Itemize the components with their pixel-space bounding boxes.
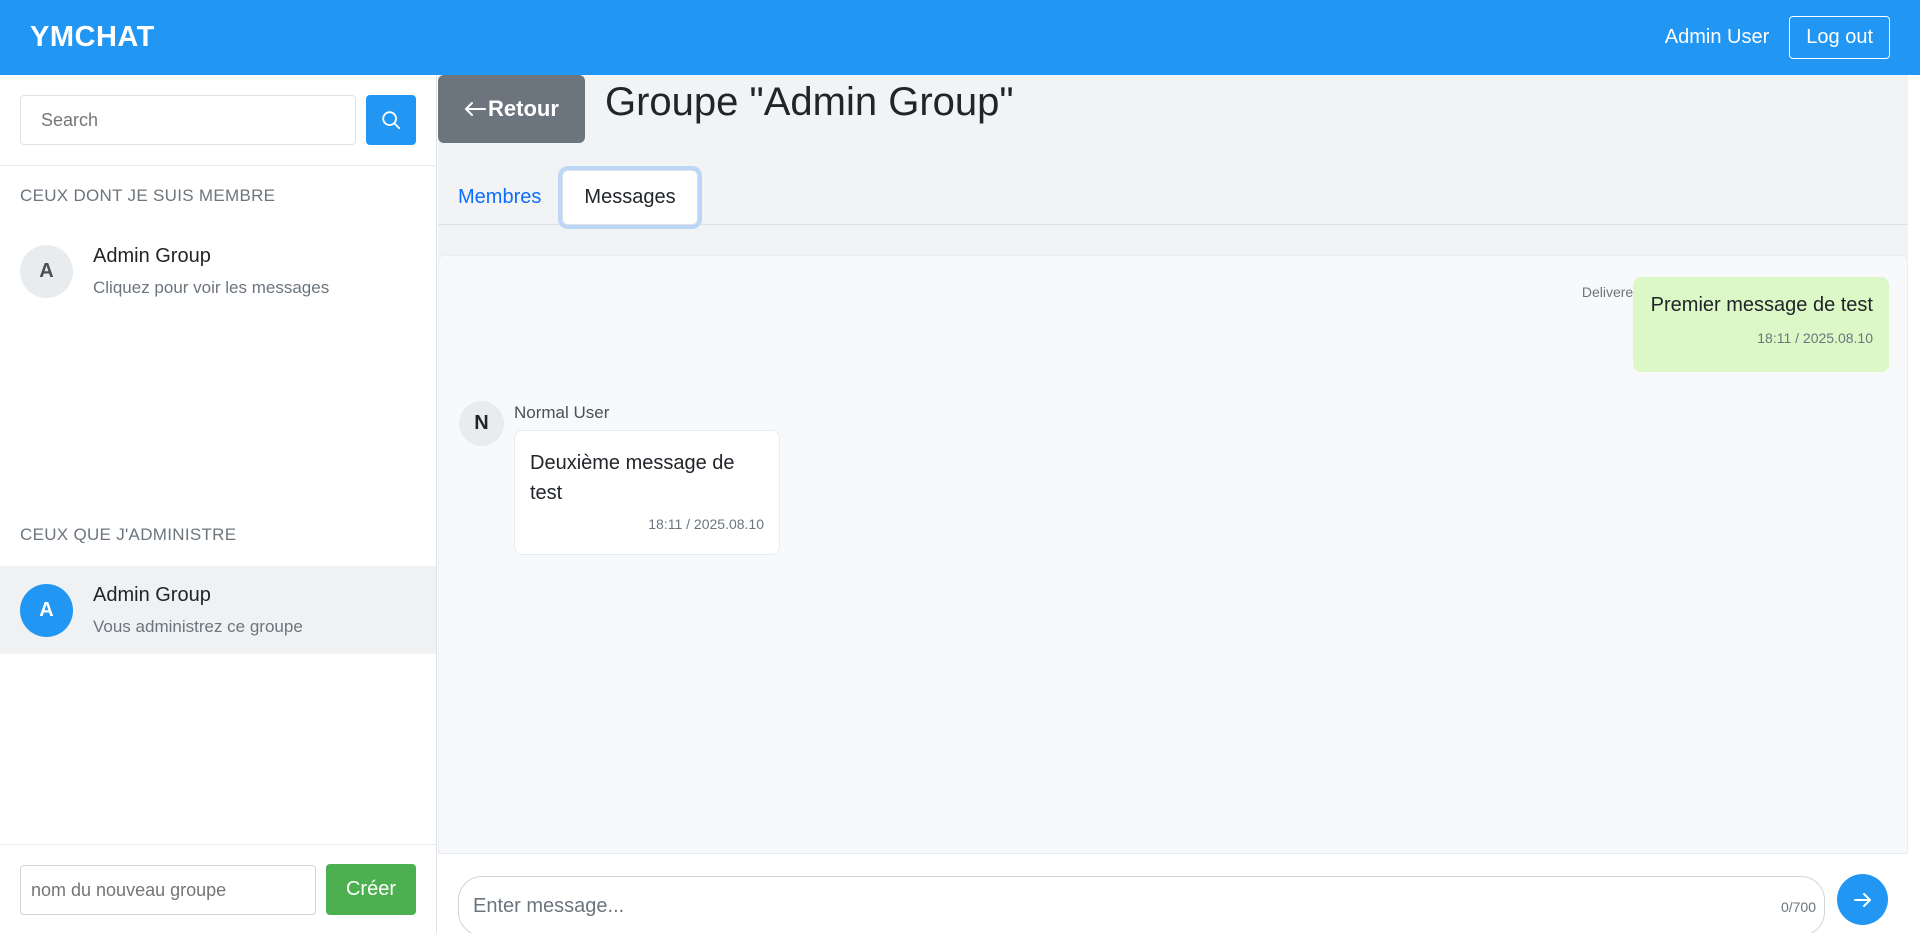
top-navbar: YMCHAT Admin User Log out (0, 0, 1920, 75)
tab-bar: Membres Messages (438, 170, 1908, 225)
logout-button[interactable]: Log out (1789, 16, 1890, 59)
group-avatar: A (20, 244, 73, 298)
divider (0, 844, 437, 845)
new-group-name-input[interactable] (20, 865, 316, 915)
sidebar: CEUX DONT JE SUIS MEMBRE A Admin Group C… (0, 75, 437, 933)
message-input[interactable]: Enter message... 0/700 (458, 876, 1825, 933)
app-brand[interactable]: YMCHAT (30, 21, 155, 54)
message-time: 18:11 / 2025.08.10 (1757, 330, 1873, 346)
create-group-button[interactable]: Créer (326, 864, 416, 915)
arrow-right-icon (1853, 892, 1871, 907)
group-avatar: A (20, 583, 73, 637)
character-counter: 0/700 (1780, 899, 1816, 915)
group-subtitle: Cliquez pour voir les messages (93, 277, 330, 297)
message-text: Premier message de test (1650, 294, 1873, 316)
group-name: Admin Group (93, 244, 211, 267)
search-icon (382, 111, 401, 130)
send-button[interactable] (1837, 874, 1888, 925)
message-list[interactable]: Delivered Premier message de test 18:11 … (438, 255, 1908, 855)
main-panel: Retour Groupe "Admin Group" Membres Mess… (438, 75, 1908, 933)
group-text: Admin Group Vous administrez ce groupe (93, 584, 303, 637)
message-text: Deuxième message de test (530, 452, 735, 504)
navbar-right: Admin User Log out (1665, 16, 1890, 59)
group-name: Admin Group (93, 583, 211, 606)
admin-group-item[interactable]: A Admin Group Vous administrez ce groupe (0, 566, 436, 654)
message-bubble-mine: Premier message de test 18:11 / 2025.08.… (1633, 277, 1889, 372)
message-input-placeholder: Enter message... (473, 895, 625, 917)
group-subtitle: Vous administrez ce groupe (93, 616, 303, 636)
search-bar (20, 95, 416, 145)
member-group-item[interactable]: A Admin Group Cliquez pour voir les mess… (0, 227, 436, 315)
page-title: Groupe "Admin Group" (605, 80, 1014, 124)
tab-messages[interactable]: Messages (562, 170, 698, 225)
message-bubble-other: Deuxième message de test 18:11 / 2025.08… (514, 430, 780, 555)
sender-name: Normal User (514, 403, 610, 422)
message-time: 18:11 / 2025.08.10 (648, 516, 764, 532)
message-composer: Enter message... 0/700 (438, 853, 1908, 933)
sender-avatar: N (459, 401, 504, 446)
search-button[interactable] (366, 95, 416, 145)
group-text: Admin Group Cliquez pour voir les messag… (93, 245, 329, 298)
arrow-left-icon (465, 102, 487, 116)
back-button-label: Retour (488, 96, 559, 121)
current-user-name: Admin User (1664, 26, 1770, 48)
admin-section-title: CEUX QUE J'ADMINISTRE (20, 525, 237, 544)
search-input[interactable] (20, 95, 356, 145)
divider (0, 165, 437, 166)
back-button[interactable]: Retour (438, 75, 585, 143)
tab-members[interactable]: Membres (458, 170, 541, 225)
member-section-title: CEUX DONT JE SUIS MEMBRE (20, 186, 276, 205)
